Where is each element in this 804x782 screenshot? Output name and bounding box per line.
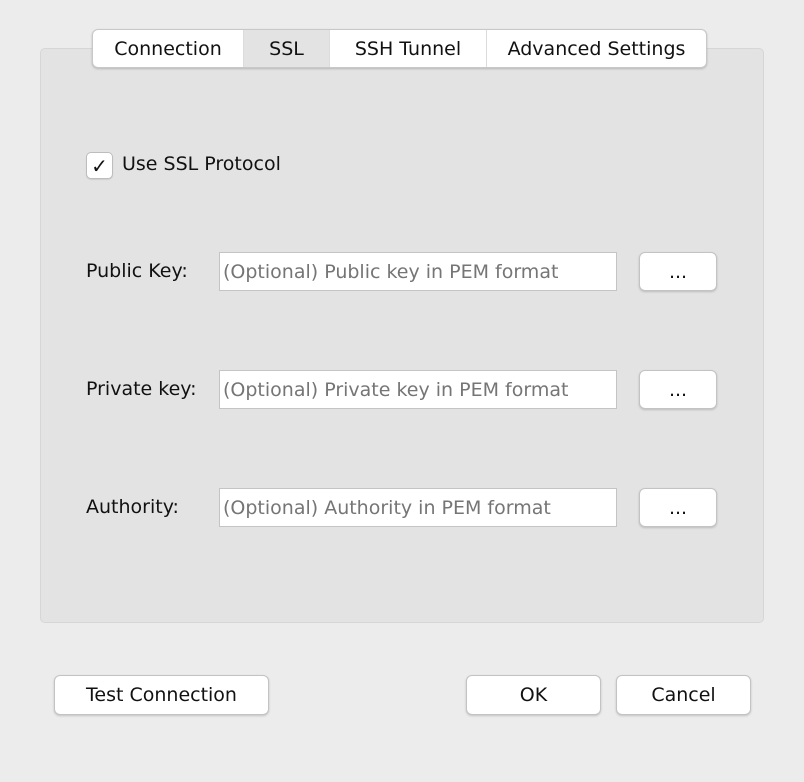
- use-ssl-checkbox[interactable]: ✓: [86, 152, 113, 179]
- authority-input[interactable]: [219, 488, 617, 527]
- private-key-input[interactable]: [219, 370, 617, 409]
- tab-advanced-settings[interactable]: Advanced Settings: [487, 30, 706, 67]
- public-key-browse-button[interactable]: ...: [639, 252, 717, 291]
- use-ssl-label[interactable]: Use SSL Protocol: [122, 153, 281, 175]
- private-key-label: Private key:: [86, 378, 197, 400]
- tab-bar: Connection SSL SSH Tunnel Advanced Setti…: [92, 29, 707, 68]
- authority-browse-button[interactable]: ...: [639, 488, 717, 527]
- authority-label: Authority:: [86, 496, 179, 518]
- private-key-browse-button[interactable]: ...: [639, 370, 717, 409]
- test-connection-button[interactable]: Test Connection: [54, 675, 269, 715]
- ssl-settings-panel: [40, 48, 764, 623]
- tab-ssl[interactable]: SSL: [244, 30, 330, 67]
- ok-button[interactable]: OK: [466, 675, 601, 715]
- checkmark-icon: ✓: [91, 153, 108, 178]
- tab-connection[interactable]: Connection: [93, 30, 244, 67]
- cancel-button[interactable]: Cancel: [616, 675, 751, 715]
- public-key-input[interactable]: [219, 252, 617, 291]
- tab-ssh-tunnel[interactable]: SSH Tunnel: [330, 30, 487, 67]
- public-key-label: Public Key:: [86, 260, 188, 282]
